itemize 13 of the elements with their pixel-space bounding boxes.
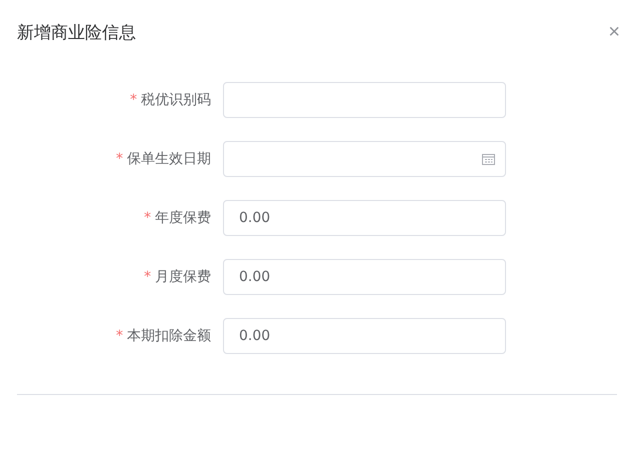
field-label: * 月度保费 bbox=[143, 268, 212, 286]
close-button[interactable]: × bbox=[608, 22, 620, 42]
date-field[interactable] bbox=[223, 141, 506, 177]
input-field[interactable]: 0.00 bbox=[223, 259, 506, 295]
input-field[interactable]: 0.00 bbox=[223, 318, 506, 354]
field-label: * 税优识别码 bbox=[129, 91, 212, 109]
input-field[interactable] bbox=[223, 82, 506, 118]
input-field[interactable]: 0.00 bbox=[223, 200, 506, 236]
dialog-title: 新增商业险信息 bbox=[17, 22, 136, 44]
field-label: * 本期扣除金额 bbox=[115, 327, 212, 345]
calendar-icon bbox=[482, 153, 495, 165]
field-label: * 保单生效日期 bbox=[115, 150, 212, 168]
field-label: * 年度保费 bbox=[143, 209, 212, 227]
